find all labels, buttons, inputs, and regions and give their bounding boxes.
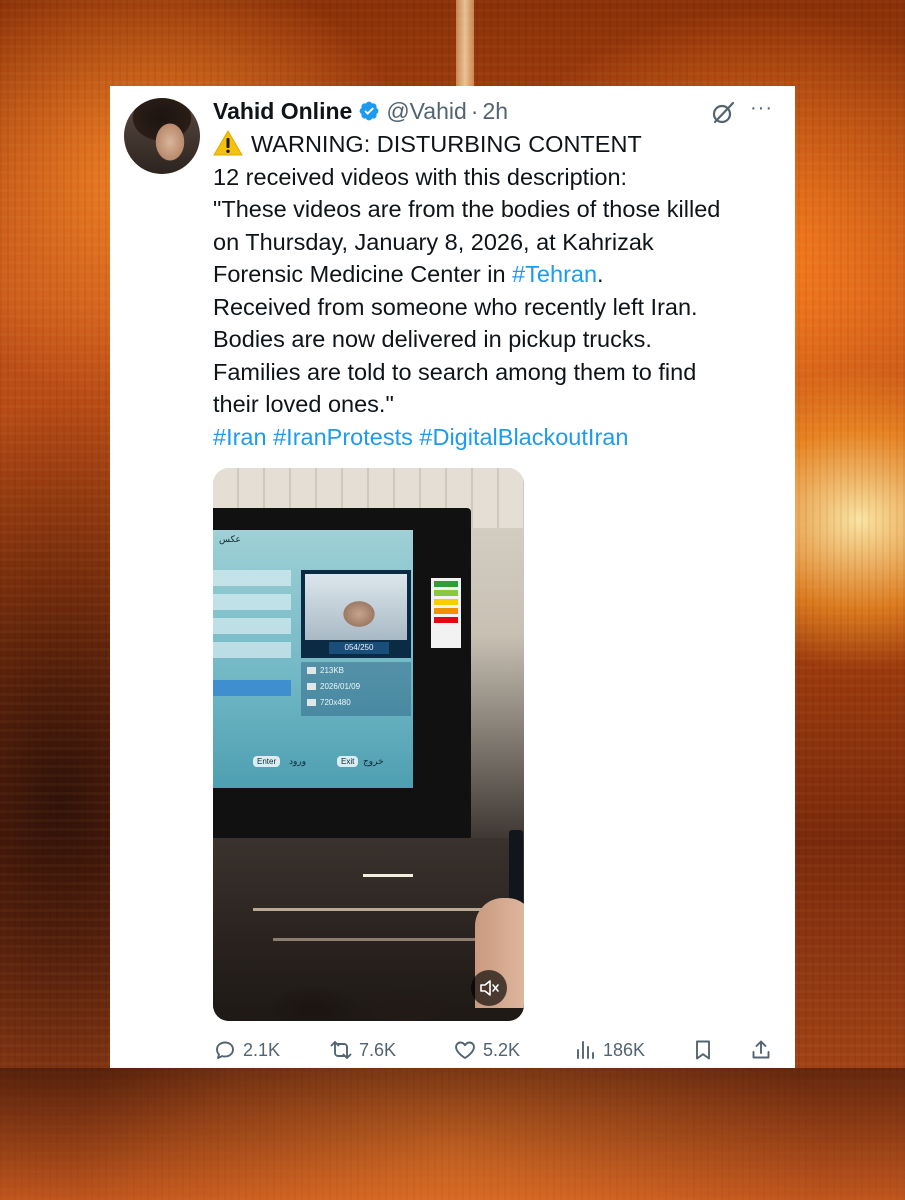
- video-ceiling-light: [363, 874, 413, 877]
- handle[interactable]: @Vahid: [386, 98, 466, 125]
- warning-text: WARNING: DISTURBING CONTENT: [251, 131, 642, 157]
- video-crowd-heads: [243, 968, 443, 1021]
- text-line: Received from someone who recently left …: [213, 293, 698, 320]
- hashtag-line: #Iran #IranProtests #DigitalBlackoutIran: [213, 421, 778, 454]
- reply-count: 2.1K: [243, 1039, 281, 1060]
- video-tv-screen: عکس 054/250 213KB 2026/01/09 720x480 Ent…: [213, 530, 413, 788]
- verified-badge-icon: [359, 101, 379, 121]
- avatar[interactable]: [124, 98, 200, 174]
- share-icon: [752, 1040, 770, 1059]
- tweet-card[interactable]: Vahid Online @Vahid · 2h ··· WARNING: DI…: [110, 86, 795, 1068]
- video-tv-info-size: 213KB: [307, 666, 344, 675]
- video-tv-counter: 054/250: [329, 642, 389, 654]
- video-tv: عکس 054/250 213KB 2026/01/09 720x480 Ent…: [213, 508, 471, 840]
- repost-icon: [330, 1041, 352, 1059]
- video-ceiling-light: [253, 908, 493, 911]
- views-count: 186K: [603, 1039, 646, 1060]
- video-ceiling-light: [273, 938, 493, 941]
- muted-speaker-icon: [480, 980, 499, 996]
- warning-icon: [213, 130, 243, 156]
- video-tv-title: عکس: [219, 534, 241, 544]
- video-tv-list-selected: [213, 680, 291, 696]
- video-tv-list-row: [213, 642, 291, 658]
- bookmark-button[interactable]: [691, 1036, 721, 1064]
- text-line: their loved ones.": [213, 391, 394, 417]
- video-tv-exit-label: خروج: [363, 756, 384, 766]
- like-count: 5.2K: [483, 1039, 521, 1060]
- text-line: 12 received videos with this description…: [213, 163, 628, 190]
- timestamp[interactable]: 2h: [482, 98, 508, 125]
- reply-icon: [216, 1041, 234, 1059]
- like-button[interactable]: 5.2K: [453, 1036, 520, 1064]
- video-media[interactable]: عکس 054/250 213KB 2026/01/09 720x480 Ent…: [213, 468, 524, 1021]
- text-line: Forensic Medicine Center in #Tehran.: [213, 258, 778, 291]
- hashtag-link-iran[interactable]: #Iran: [213, 424, 267, 450]
- warning-line: WARNING: DISTURBING CONTENT: [213, 128, 778, 161]
- heart-icon: [455, 1041, 475, 1059]
- action-bar: 2.1K 7.6K 5.2K 186K: [213, 1036, 778, 1064]
- bookmark-icon: [696, 1040, 710, 1060]
- text-segment: Forensic Medicine Center in: [213, 261, 513, 287]
- hashtag-link-tehran[interactable]: #Tehran: [512, 261, 597, 287]
- mute-button[interactable]: [471, 970, 507, 1006]
- background-light-pole: [456, 0, 474, 90]
- background-street: [0, 1068, 905, 1200]
- video-tv-enter-button: Enter: [253, 756, 281, 767]
- video-tv-energy-sticker: [431, 578, 461, 648]
- text-line: Families are told to search among them t…: [213, 358, 697, 385]
- display-name[interactable]: Vahid Online: [213, 98, 352, 125]
- tweet-text: WARNING: DISTURBING CONTENT 12 received …: [213, 128, 778, 453]
- text-line: "These videos are from the bodies of tho…: [213, 196, 721, 222]
- video-tv-thumbnail-frame: 054/250: [301, 570, 411, 658]
- more-icon[interactable]: ···: [750, 98, 780, 122]
- text-segment: .: [597, 261, 604, 287]
- share-button[interactable]: [749, 1036, 779, 1064]
- hashtag-link-iranprotests[interactable]: #IranProtests: [273, 424, 413, 450]
- reply-button[interactable]: 2.1K: [213, 1036, 280, 1064]
- video-tv-list-row: [213, 594, 291, 610]
- text-line: Bodies are now delivered in pickup truck…: [213, 326, 652, 352]
- views-button[interactable]: 186K: [573, 1036, 645, 1064]
- repost-count: 7.6K: [359, 1039, 397, 1060]
- video-tv-info-date: 2026/01/09: [307, 682, 360, 691]
- text-line: on Thursday, January 8, 2026, at Kahriza…: [213, 228, 654, 255]
- separator: ·: [470, 97, 479, 124]
- video-tv-info-resolution: 720x480: [307, 698, 351, 707]
- video-tv-exit-button: Exit: [337, 756, 359, 767]
- views-icon: [577, 1041, 594, 1059]
- tweet-header: Vahid Online @Vahid · 2h: [213, 96, 508, 126]
- repost-button[interactable]: 7.6K: [329, 1036, 396, 1064]
- video-tv-thumbnail: [305, 574, 407, 640]
- video-tv-enter-label: ورود: [289, 756, 307, 766]
- video-tv-list-row: [213, 618, 291, 634]
- grok-icon[interactable]: [710, 100, 736, 126]
- video-tv-info-panel: 213KB 2026/01/09 720x480: [301, 662, 411, 716]
- hashtag-link-digitalblackoutiran[interactable]: #DigitalBlackoutIran: [419, 424, 628, 450]
- video-tv-list-row: [213, 570, 291, 586]
